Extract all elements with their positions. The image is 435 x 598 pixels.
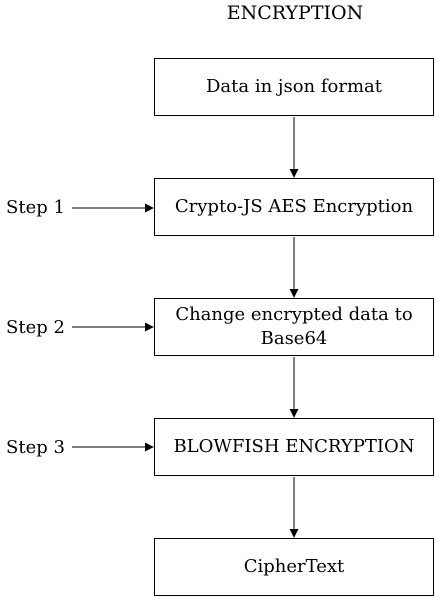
box-label: CipherText	[243, 556, 345, 577]
box-label: BLOWFISH ENCRYPTION	[173, 436, 415, 457]
box-aes-encryption: Crypto-JS AES Encryption	[154, 178, 434, 236]
box-data-json: Data in json format	[154, 58, 434, 116]
box-label: Crypto-JS AES Encryption	[174, 196, 414, 217]
step-label-3: Step 3	[6, 437, 65, 458]
box-ciphertext: CipherText	[154, 538, 434, 596]
diagram-title: ENCRYPTION	[226, 2, 364, 24]
box-label: Data in json format	[205, 76, 383, 97]
box-base64: Change encrypted data to Base64	[154, 298, 434, 356]
box-label: Change encrypted data to Base64	[175, 304, 413, 349]
step-label-1: Step 1	[6, 197, 65, 218]
step-label-2: Step 2	[6, 317, 65, 338]
box-blowfish-encryption: BLOWFISH ENCRYPTION	[154, 418, 434, 476]
